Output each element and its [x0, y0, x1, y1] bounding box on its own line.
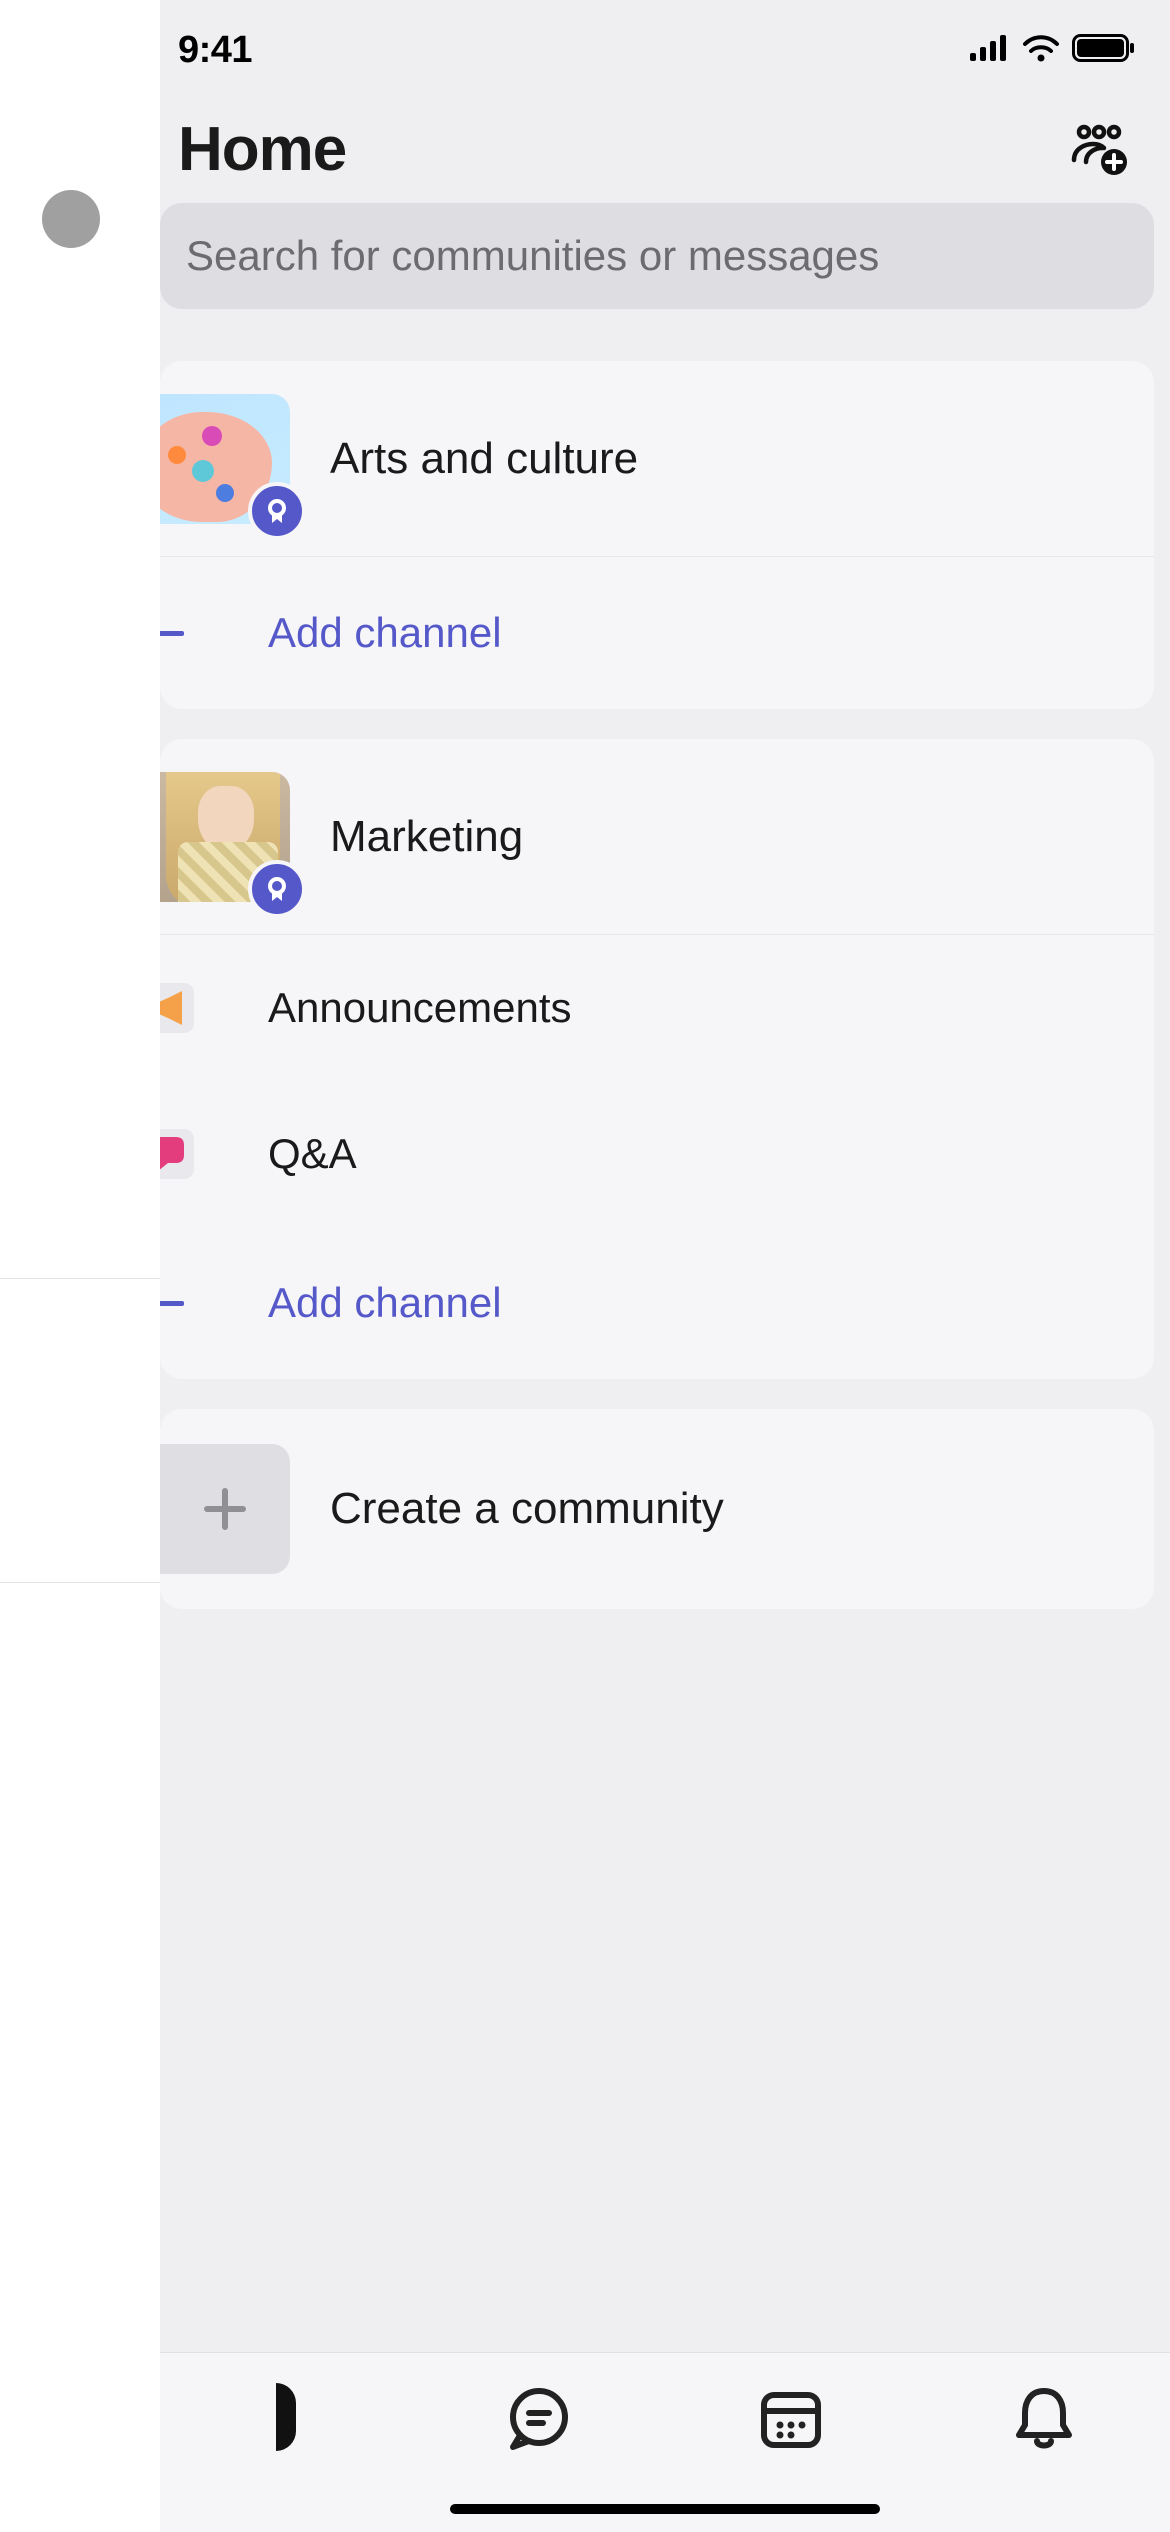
channel-row-qa[interactable]: Q&A: [160, 1081, 1154, 1227]
community-card: Arts and culture Add channel: [160, 361, 1154, 709]
create-community-card: Create a community: [160, 1409, 1154, 1609]
plus-icon: [160, 1444, 290, 1574]
tab-home[interactable]: [160, 2383, 413, 2451]
channel-name: Q&A: [268, 1130, 357, 1178]
home-indicator: [450, 2504, 880, 2514]
add-channel-button[interactable]: Add channel: [160, 557, 1154, 709]
channel-name: Announcements: [268, 984, 572, 1032]
divider: [0, 1582, 160, 1583]
add-channel-label: Add channel: [268, 1279, 502, 1327]
create-community-icon-button[interactable]: [1068, 122, 1130, 178]
tab-activity[interactable]: [918, 2383, 1170, 2455]
search-input[interactable]: Search for communities or messages: [160, 203, 1154, 309]
create-community-label: Create a community: [330, 1484, 724, 1534]
divider: [0, 1278, 160, 1279]
status-bar: 9:41: [160, 0, 1170, 100]
community-card: Marketing Announcements Q&A Add channel: [160, 739, 1154, 1379]
add-channel-label: Add channel: [268, 609, 502, 657]
tab-calendar[interactable]: [665, 2383, 918, 2453]
community-row-arts[interactable]: Arts and culture: [160, 361, 1154, 557]
chat-icon: [160, 1129, 194, 1179]
owner-badge-icon: [248, 482, 306, 540]
community-name: Arts and culture: [330, 434, 638, 484]
status-time: 9:41: [178, 29, 252, 72]
channel-row-announcements[interactable]: Announcements: [160, 935, 1154, 1081]
page-title: Home: [178, 114, 346, 185]
create-community-button[interactable]: Create a community: [160, 1409, 1154, 1609]
bottom-tab-bar: [160, 2352, 1170, 2532]
collapse-icon: [160, 1301, 184, 1306]
wifi-icon: [1022, 34, 1060, 67]
tab-chat[interactable]: [413, 2383, 666, 2455]
header: Home: [160, 100, 1170, 203]
community-avatar: [160, 772, 290, 902]
home-icon: [276, 2383, 296, 2451]
search-placeholder: Search for communities or messages: [186, 232, 879, 280]
owner-badge-icon: [248, 860, 306, 918]
collapse-icon: [160, 631, 184, 636]
profile-avatar[interactable]: [42, 190, 100, 248]
bell-icon: [1011, 2383, 1077, 2455]
community-name: Marketing: [330, 812, 523, 862]
megaphone-icon: [160, 983, 194, 1033]
add-channel-button[interactable]: Add channel: [160, 1227, 1154, 1379]
calendar-icon: [756, 2383, 826, 2453]
drawer-sliver: [0, 0, 160, 2532]
battery-icon: [1072, 34, 1136, 67]
main-panel: 9:41 Home: [160, 0, 1170, 2532]
cellular-icon: [970, 35, 1010, 66]
community-row-marketing[interactable]: Marketing: [160, 739, 1154, 935]
community-avatar: [160, 394, 290, 524]
chat-icon: [503, 2383, 575, 2455]
